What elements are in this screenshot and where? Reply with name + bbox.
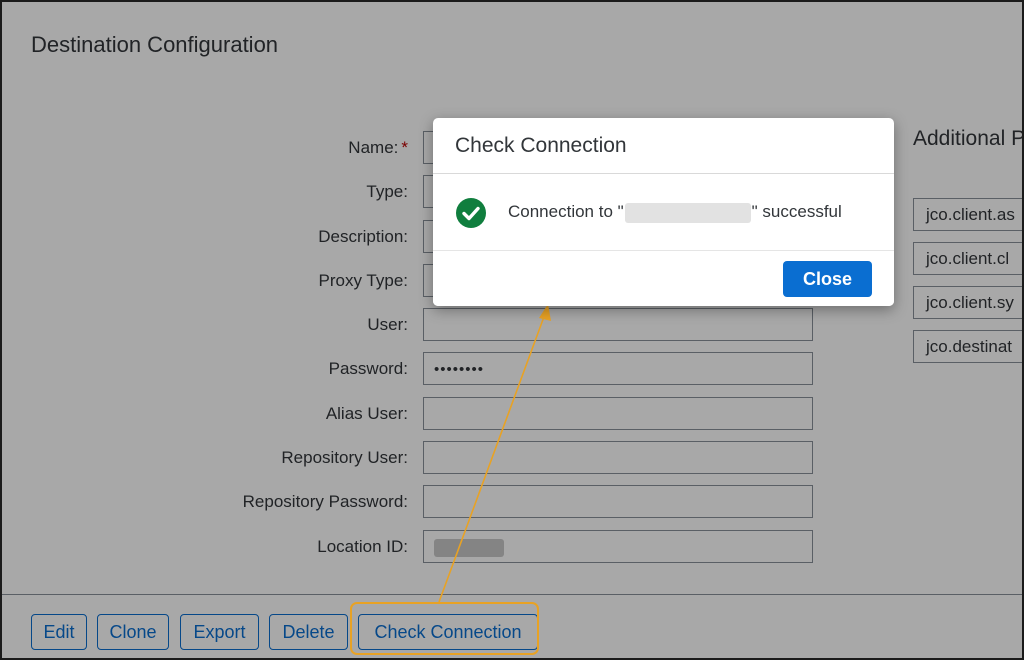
redacted-destination-name	[624, 202, 751, 223]
dialog-header-divider	[433, 173, 894, 174]
check-connection-dialog: Check Connection Connection to " " succes…	[433, 118, 894, 306]
success-check-icon	[456, 198, 486, 228]
dialog-title: Check Connection	[455, 134, 627, 157]
app-window: Destination Configuration Name: * Type: D…	[0, 0, 1024, 660]
dialog-message: Connection to " " successful	[508, 202, 842, 223]
annotation-arrow	[438, 304, 551, 603]
close-button[interactable]: Close	[783, 261, 872, 297]
